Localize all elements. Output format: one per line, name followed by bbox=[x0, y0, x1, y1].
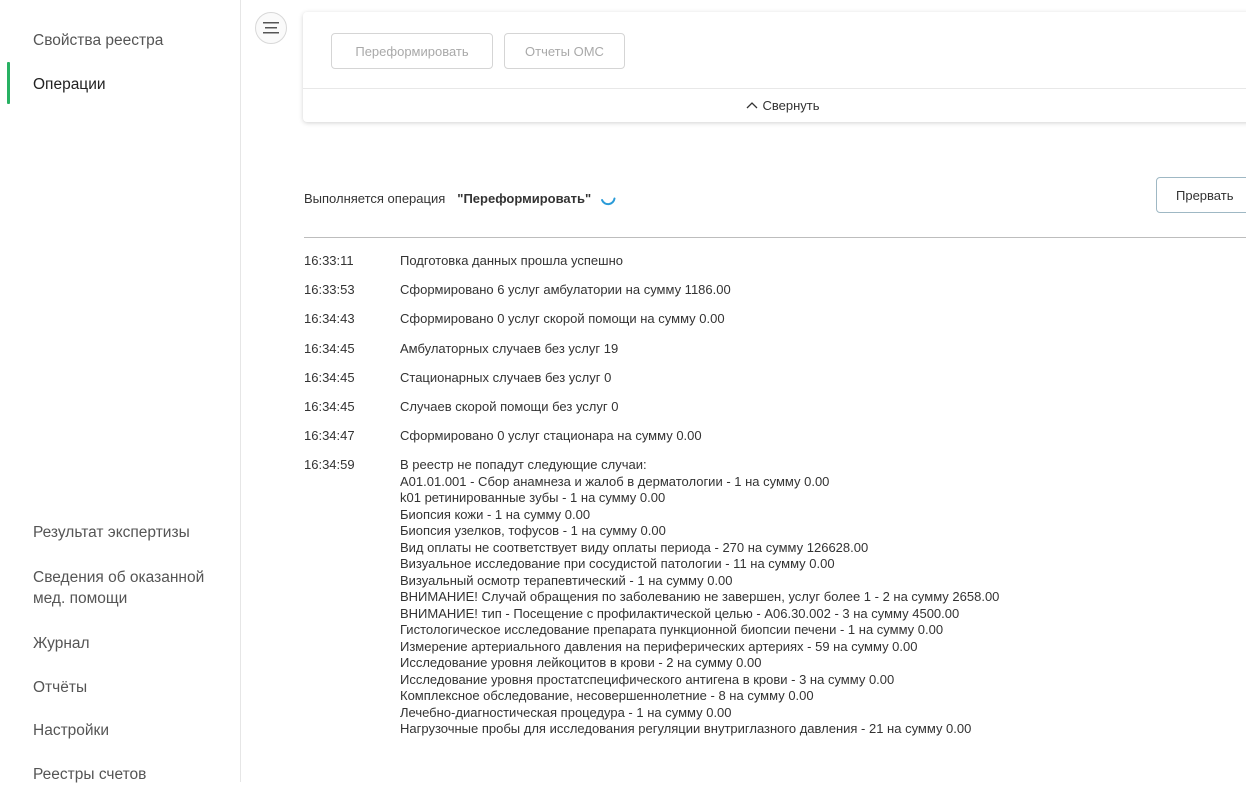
menu-toggle-button[interactable] bbox=[255, 12, 287, 44]
log-message: Стационарных случаев без услуг 0 bbox=[400, 369, 612, 385]
log-line: ВНИМАНИЕ! Случай обращения по заболевани… bbox=[400, 589, 1000, 605]
log-line: Биопсия кожи - 1 на сумму 0.00 bbox=[400, 506, 591, 522]
sidebar-item-journal[interactable]: Журнал bbox=[33, 633, 90, 654]
log-line: Гистологическое исследование препарата п… bbox=[400, 622, 944, 638]
log-message: Подготовка данных прошла успешно bbox=[400, 253, 623, 268]
sidebar-item-label: Сведения об оказанной bbox=[33, 569, 205, 586]
log-row: 16:33:11 Подготовка данных прошла успешн… bbox=[304, 253, 1246, 282]
log-line: Нагрузочные пробы для исследования регул… bbox=[400, 721, 972, 737]
log-time: 16:33:53 bbox=[304, 282, 355, 298]
log-row: 16:33:53 Сформировано 6 услуг амбулатори… bbox=[304, 282, 1246, 311]
abort-button[interactable]: Прервать bbox=[1156, 177, 1246, 213]
log-time: 16:33:11 bbox=[304, 253, 354, 268]
log-line: Вид оплаты не соответствует виду оплаты … bbox=[400, 539, 869, 555]
sidebar-item-label: мед. помощи bbox=[33, 590, 128, 607]
log-row: 16:34:45 Стационарных случаев без услуг … bbox=[304, 370, 1246, 399]
log-line: ВНИМАНИЕ! тип - Посещение с профилактиче… bbox=[400, 605, 960, 621]
log-time: 16:34:43 bbox=[304, 311, 355, 327]
log-message: Случаев скорой помощи без услуг 0 bbox=[400, 398, 619, 414]
menu-icon bbox=[263, 22, 279, 34]
reform-button[interactable]: Переформировать bbox=[331, 33, 493, 69]
log-time: 16:34:45 bbox=[304, 398, 355, 414]
sidebar-item-registry-properties[interactable]: Свойства реестра bbox=[33, 30, 163, 51]
log-row: 16:34:59 В реестр не попадут следующие с… bbox=[304, 457, 1246, 738]
log-line: Визуальный осмотр терапевтический - 1 на… bbox=[400, 572, 733, 588]
log-row: 16:34:47 Сформировано 0 услуг стационара… bbox=[304, 428, 1246, 457]
collapse-button[interactable]: Свернуть bbox=[303, 88, 1246, 122]
sidebar-item-medical-care-info[interactable]: Сведения об оказанной мед. помощи bbox=[33, 567, 204, 609]
log-row: 16:34:45 Амбулаторных случаев без услуг … bbox=[304, 341, 1246, 370]
log-line: A01.01.001 - Сбор анамнеза и жалоб в дер… bbox=[400, 473, 830, 489]
sidebar: Свойства реестра Операции Результат эксп… bbox=[0, 0, 241, 783]
log-line: Исследование уровня простатспецифическог… bbox=[400, 671, 895, 687]
log-time: 16:34:47 bbox=[304, 428, 355, 444]
log-line: Комплексное обследование, несовершенноле… bbox=[400, 688, 814, 704]
operation-status: Выполняется операция "Переформировать" bbox=[304, 189, 617, 207]
collapse-label: Свернуть bbox=[762, 97, 820, 113]
active-indicator bbox=[7, 62, 10, 104]
chevron-up-icon bbox=[747, 102, 758, 109]
log-line: k01 ретинированные зубы - 1 на сумму 0.0… bbox=[400, 490, 666, 506]
log-message: Сформировано 6 услуг амбулатории на сумм… bbox=[400, 282, 731, 298]
log-row: 16:34:45 Случаев скорой помощи без услуг… bbox=[304, 399, 1246, 428]
log-message: Сформировано 0 услуг скорой помощи на су… bbox=[400, 311, 725, 327]
sidebar-item-operations[interactable]: Операции bbox=[33, 74, 106, 95]
log-line: Визуальное исследование при сосудистой п… bbox=[400, 556, 835, 572]
log-message: Амбулаторных случаев без услуг 19 bbox=[400, 340, 619, 356]
sidebar-item-expertise-result[interactable]: Результат экспертизы bbox=[33, 522, 190, 543]
log-time: 16:34:45 bbox=[304, 369, 355, 385]
operation-log: 16:33:11 Подготовка данных прошла успешн… bbox=[304, 253, 1246, 738]
log-time: 16:34:59 bbox=[304, 457, 355, 473]
operations-card: Переформировать Отчеты ОМС Свернуть bbox=[303, 12, 1246, 122]
log-line: Исследование уровня лейкоцитов в крови -… bbox=[400, 655, 762, 671]
log-line: В реестр не попадут следующие случаи: bbox=[400, 457, 647, 473]
log-line: Измерение артериального давления на пери… bbox=[400, 638, 918, 654]
sidebar-item-settings[interactable]: Настройки bbox=[33, 720, 109, 741]
log-message: Сформировано 0 услуг стационара на сумму… bbox=[400, 428, 702, 444]
operation-name: "Переформировать" bbox=[457, 190, 592, 206]
loading-spinner-icon bbox=[601, 197, 616, 206]
log-message: В реестр не попадут следующие случаи: A0… bbox=[400, 457, 1246, 738]
log-line: Биопсия узелков, тофусов - 1 на сумму 0.… bbox=[400, 523, 666, 539]
log-line: Лечебно-диагностическая процедура - 1 на… bbox=[400, 704, 732, 720]
log-time: 16:34:45 bbox=[304, 340, 355, 356]
sidebar-item-reports[interactable]: Отчёты bbox=[33, 677, 87, 698]
operation-prefix: Выполняется операция bbox=[304, 190, 446, 206]
log-row: 16:34:43 Сформировано 0 услуг скорой пом… bbox=[304, 311, 1246, 340]
oms-reports-button[interactable]: Отчеты ОМС bbox=[504, 33, 625, 69]
divider bbox=[304, 237, 1246, 238]
